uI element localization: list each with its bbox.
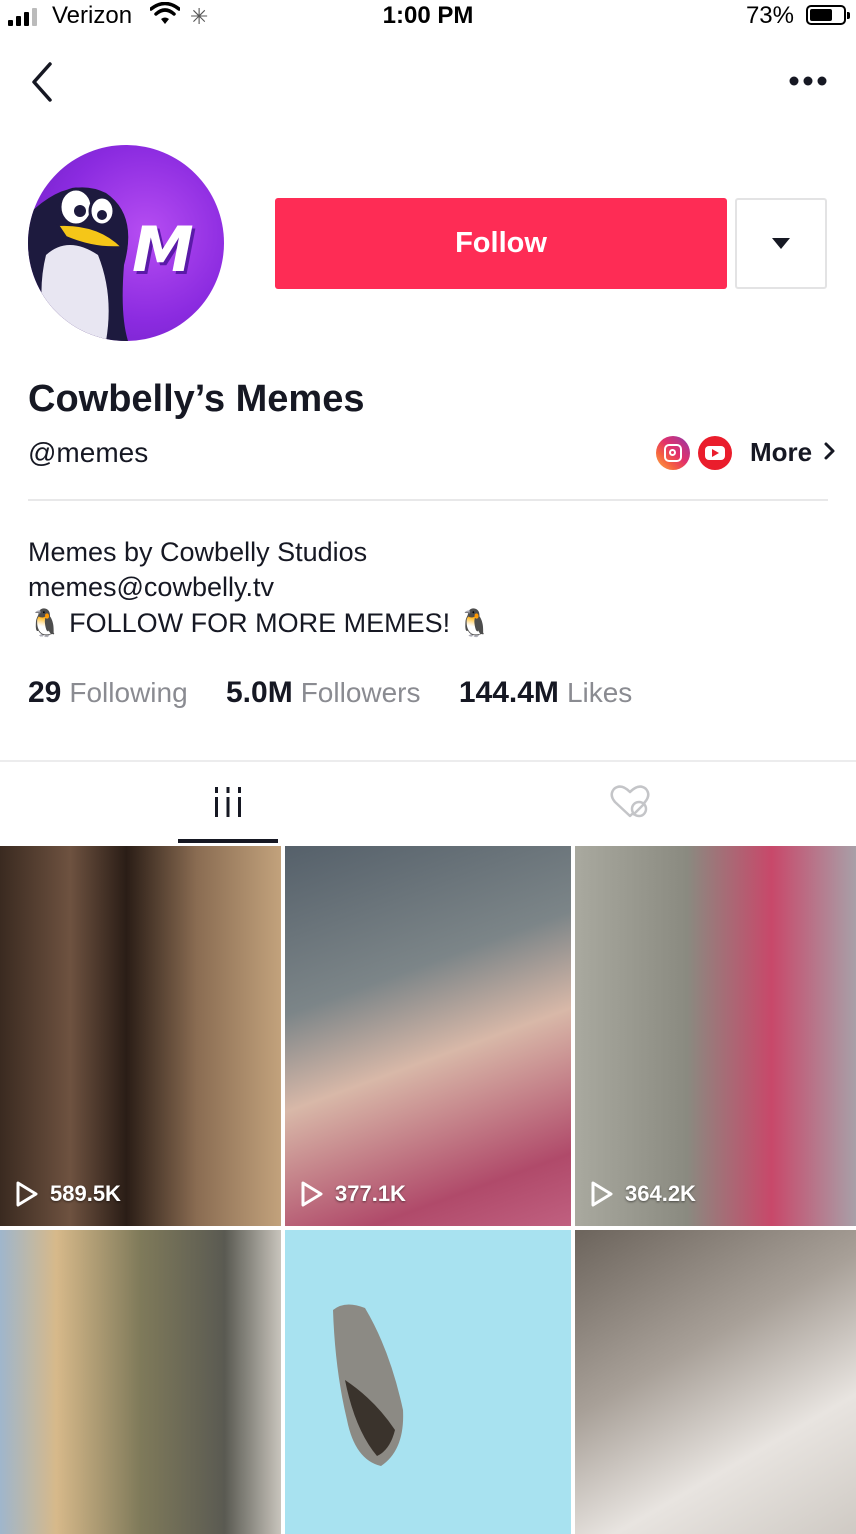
more-link[interactable]: More xyxy=(750,437,837,468)
view-count-label: 377.1K xyxy=(335,1181,406,1206)
play-icon xyxy=(591,1181,613,1207)
following-stat[interactable]: 29 Following xyxy=(28,676,188,709)
likes-label: Likes xyxy=(566,677,633,708)
bio-email-link[interactable]: memes@cowbelly.tv xyxy=(28,569,274,605)
tab-liked[interactable] xyxy=(590,762,670,842)
followers-stat[interactable]: 5.0M Followers xyxy=(226,676,421,709)
status-bar: Verizon ✳ 1:00 PM 73% xyxy=(0,0,856,34)
follow-button[interactable]: Follow xyxy=(275,198,727,289)
status-time: 1:00 PM xyxy=(382,2,474,29)
view-count-label: 364.2K xyxy=(625,1181,696,1206)
battery-icon xyxy=(806,5,850,25)
tab-bar-divider xyxy=(0,760,856,762)
view-count: 377.1K xyxy=(299,1180,406,1208)
likes-stat[interactable]: 144.4M Likes xyxy=(459,676,632,709)
more-options-button[interactable] xyxy=(786,66,830,96)
battery-percent: 73% xyxy=(745,2,794,29)
penguin-logo-icon xyxy=(28,187,129,341)
more-link-label: More xyxy=(750,437,813,467)
followers-label: Followers xyxy=(300,677,421,708)
following-count: 29 xyxy=(28,676,62,709)
liked-hidden-icon xyxy=(610,785,650,818)
video-thumbnail[interactable] xyxy=(575,1230,856,1534)
tab-selected-indicator xyxy=(178,839,278,843)
caret-down-icon xyxy=(772,238,790,249)
suggested-accounts-button[interactable] xyxy=(735,198,827,289)
avatar[interactable]: M xyxy=(28,145,224,341)
avatar-letter: M xyxy=(132,213,194,286)
video-thumbnail[interactable] xyxy=(0,1230,281,1534)
likes-count: 144.4M xyxy=(458,676,559,709)
video-thumbnail[interactable]: 589.5K xyxy=(0,846,281,1226)
bio-line: Memes by Cowbelly Studios xyxy=(28,537,368,567)
video-thumbnail[interactable]: 364.2K xyxy=(575,846,856,1226)
profile-stats: 29 Following 5.0M Followers 144.4M Likes xyxy=(28,676,662,710)
ellipsis-icon xyxy=(789,76,827,86)
bio-line: 🐧 FOLLOW FOR MORE MEMES! 🐧 xyxy=(28,608,492,638)
divider xyxy=(28,499,828,501)
play-icon xyxy=(301,1181,323,1207)
videos-grid-icon xyxy=(215,787,241,817)
display-name: Cowbelly’s Memes xyxy=(28,378,365,420)
video-thumbnail[interactable] xyxy=(285,1230,571,1534)
chevron-right-icon xyxy=(824,442,835,460)
chevron-left-icon xyxy=(32,62,52,102)
view-count: 589.5K xyxy=(14,1180,121,1208)
youtube-icon[interactable] xyxy=(698,436,732,470)
followers-count: 5.0M xyxy=(226,676,293,709)
back-button[interactable] xyxy=(22,58,66,106)
username-handle: @memes xyxy=(28,437,149,468)
view-count-label: 589.5K xyxy=(50,1181,121,1206)
play-icon xyxy=(16,1181,38,1207)
view-count: 364.2K xyxy=(589,1180,696,1208)
instagram-icon[interactable] xyxy=(656,436,690,470)
following-label: Following xyxy=(69,677,188,708)
tab-videos[interactable] xyxy=(178,762,278,842)
cat-figure xyxy=(333,1304,404,1466)
video-thumbnail[interactable]: 377.1K xyxy=(285,846,571,1226)
